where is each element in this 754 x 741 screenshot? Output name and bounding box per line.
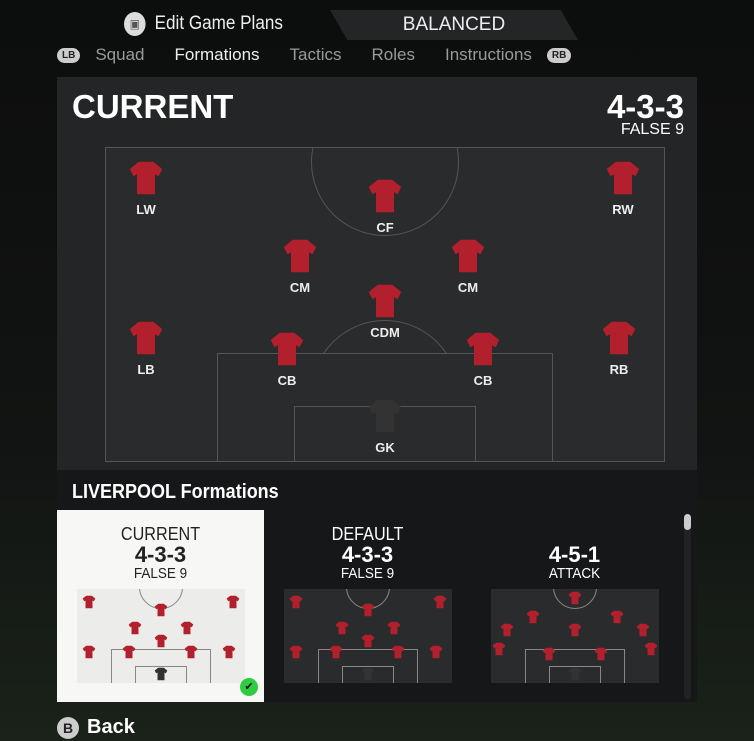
formations-title: LIVERPOOL Formations [72, 481, 279, 503]
mini-player-icon [154, 634, 168, 653]
card-formation: 4-3-3 [341, 542, 394, 567]
card-variant: ATTACK [548, 565, 601, 582]
player-position-label: CM [457, 280, 479, 295]
mini-player-icon [335, 621, 349, 640]
game-plan-icon: ▣ [124, 12, 146, 36]
player-cdm[interactable]: CDM [355, 283, 415, 340]
player-position-label: RB [609, 362, 629, 377]
player-position-label: GK [375, 440, 395, 455]
mini-pitch [491, 589, 659, 683]
player-lw[interactable]: LW [116, 160, 176, 217]
mini-pitch [77, 589, 245, 683]
mini-player-icon [500, 623, 514, 642]
mini-player-icon [594, 647, 608, 666]
player-position-label: CF [376, 220, 394, 235]
header-title: Edit Game Plans [154, 13, 283, 34]
back-button[interactable]: B Back [57, 716, 135, 739]
scrollbar[interactable] [684, 514, 691, 699]
tab-instructions[interactable]: Instructions [445, 45, 532, 65]
tab-squad[interactable]: Squad [95, 45, 144, 65]
mini-player-icon [361, 603, 375, 622]
mini-player-icon [329, 645, 343, 664]
mini-player-icon [128, 621, 142, 640]
tab-formations[interactable]: Formations [175, 45, 260, 65]
mini-player-icon [82, 645, 96, 664]
card-label: CURRENT [120, 524, 201, 544]
game-plan-selector[interactable]: BALANCED [330, 10, 578, 40]
tab-tactics[interactable]: Tactics [290, 45, 342, 65]
mini-player-icon [122, 645, 136, 664]
mini-player-icon [644, 642, 658, 661]
mini-player-icon [184, 645, 198, 664]
mini-pitch [284, 589, 452, 683]
mini-player-icon [361, 634, 375, 653]
card-variant: FALSE 9 [340, 565, 395, 582]
mini-player-icon [429, 645, 443, 664]
mini-player-icon [568, 667, 582, 683]
mini-player-icon [636, 623, 650, 642]
card-formation: 4-3-3 [134, 542, 187, 567]
current-title: CURRENT [72, 88, 234, 125]
mini-player-icon [568, 591, 582, 610]
mini-player-icon [180, 621, 194, 640]
back-label: Back [87, 716, 135, 738]
player-cm[interactable]: CM [438, 238, 498, 295]
player-cm[interactable]: CM [270, 238, 330, 295]
player-rw[interactable]: RW [593, 160, 653, 217]
formation-card-default[interactable]: DEFAULT 4-3-3 FALSE 9 [264, 510, 471, 702]
mini-player-icon [361, 667, 375, 683]
tab-roles[interactable]: Roles [372, 45, 415, 65]
scrollbar-thumb[interactable] [684, 514, 691, 530]
mini-player-icon [154, 603, 168, 622]
player-position-label: CM [289, 280, 311, 295]
mini-player-icon [492, 642, 506, 661]
card-formation: 4-5-1 [548, 542, 601, 567]
player-gk[interactable]: GK [355, 398, 415, 455]
pitch: LW CF RW CM CM CDM LB CB CB RB GK [105, 147, 665, 462]
mini-player-icon [289, 645, 303, 664]
b-button-icon: B [57, 716, 79, 739]
lb-bumper[interactable]: LB [57, 47, 81, 63]
mini-player-icon [568, 623, 582, 642]
player-position-label: CB [473, 373, 493, 388]
card-variant: FALSE 9 [133, 565, 188, 582]
mini-player-icon [433, 595, 447, 614]
player-cb[interactable]: CB [257, 331, 317, 388]
tab-bar: LB Squad Formations Tactics Roles Instru… [57, 45, 572, 65]
mini-player-icon [82, 595, 96, 614]
player-cb[interactable]: CB [453, 331, 513, 388]
player-position-label: LB [137, 362, 155, 377]
mini-player-icon [391, 645, 405, 664]
player-lb[interactable]: LB [116, 320, 176, 377]
card-label: DEFAULT [331, 524, 404, 544]
mini-player-icon [387, 621, 401, 640]
player-position-label: CB [277, 373, 297, 388]
player-position-label: CDM [370, 325, 400, 340]
mini-player-icon [526, 610, 540, 629]
selected-check-icon: ✔ [240, 678, 258, 696]
mini-player-icon [289, 595, 303, 614]
edit-game-plans-button[interactable]: ▣ Edit Game Plans [124, 12, 283, 36]
mini-player-icon [226, 595, 240, 614]
mini-player-icon [222, 645, 236, 664]
player-rb[interactable]: RB [589, 320, 649, 377]
player-position-label: LW [136, 202, 156, 217]
formation-card-451-attack[interactable]: 4-5-1 ATTACK [471, 510, 678, 702]
mini-player-icon [610, 610, 624, 629]
mini-player-icon [154, 667, 168, 683]
formation-card-current[interactable]: CURRENT 4-3-3 FALSE 9 ✔ [57, 510, 264, 702]
player-position-label: RW [612, 202, 634, 217]
current-variant: FALSE 9 [620, 121, 684, 138]
mini-player-icon [542, 647, 556, 666]
rb-bumper[interactable]: RB [546, 47, 572, 63]
player-cf[interactable]: CF [355, 178, 415, 235]
